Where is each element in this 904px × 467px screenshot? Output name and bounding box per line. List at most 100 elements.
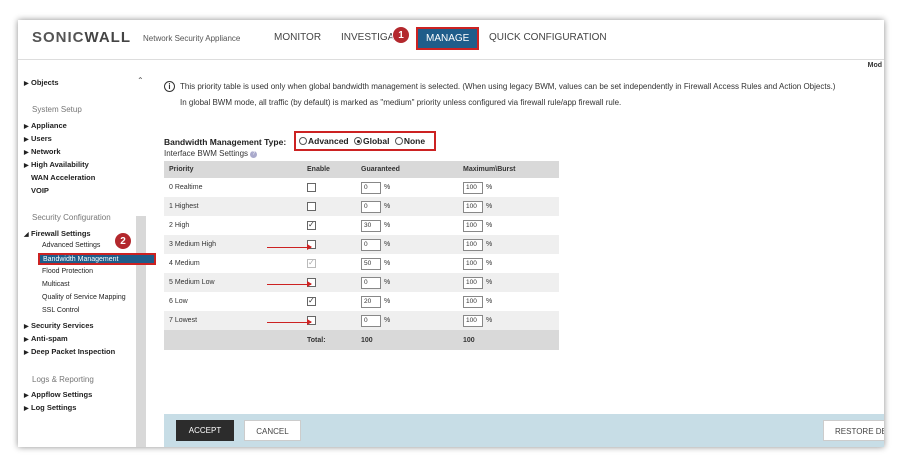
step-badge-1: 1	[392, 26, 410, 44]
sidebar-item-flood-protection[interactable]: Flood Protection	[42, 268, 93, 275]
caret-down-icon: ◢	[24, 232, 29, 238]
priority-table: Priority Enable Guaranteed Maximum\Burst…	[164, 161, 559, 350]
total-row: Total: 100 100	[164, 330, 559, 350]
table-row: 2 High 30% 100%	[164, 216, 559, 235]
sidebar-item-advanced-settings[interactable]: Advanced Settings	[42, 242, 100, 249]
sidebar-item-users[interactable]: ▶ Users	[24, 134, 52, 143]
sidebar-item-network[interactable]: ▶ Network	[24, 147, 61, 156]
guaranteed-input[interactable]: 0	[361, 276, 381, 289]
max-burst-input[interactable]: 100	[463, 276, 483, 289]
enable-checkbox[interactable]	[307, 220, 316, 230]
cancel-button[interactable]: CANCEL	[244, 420, 301, 441]
sidebar-item-appliance[interactable]: ▶ Appliance	[24, 121, 67, 130]
caret-right-icon: ▶	[24, 350, 29, 356]
top-bar: SONICWALL Network Security Appliance MON…	[18, 20, 884, 60]
main-content: i This priority table is used only when …	[164, 60, 884, 447]
guaranteed-input[interactable]: 0	[361, 238, 381, 251]
sidebar-item-objects[interactable]: ▶ Objects	[24, 78, 59, 87]
bwm-type-radio-group: Advanced Global None	[294, 131, 436, 151]
sidebar-item-anti-spam[interactable]: ▶ Anti-spam	[24, 334, 68, 343]
guaranteed-input[interactable]: 50	[361, 257, 381, 270]
scroll-up-icon[interactable]: ⌃	[137, 76, 144, 85]
sidebar-scrollbar[interactable]	[136, 216, 146, 447]
total-maximum: 100	[458, 330, 559, 350]
radio-advanced[interactable]	[299, 137, 307, 145]
sidebar-item-security-services[interactable]: ▶ Security Services	[24, 321, 94, 330]
max-burst-input[interactable]: 100	[463, 295, 483, 308]
priority-cell: 4 Medium	[169, 260, 200, 267]
table-row: 6 Low 20% 100%	[164, 292, 559, 311]
table-row: 1 Highest 0% 100%	[164, 197, 559, 216]
guaranteed-input[interactable]: 0	[361, 200, 381, 213]
annotation-arrow-low	[267, 319, 312, 325]
sidebar-item-multicast[interactable]: Multicast	[42, 281, 70, 288]
sidebar-heading-system-setup: System Setup	[32, 105, 82, 114]
sidebar-item-firewall-settings[interactable]: ◢ Firewall Settings	[24, 229, 91, 238]
guaranteed-input[interactable]: 20	[361, 295, 381, 308]
sidebar-heading-security-configuration: Security Configuration	[32, 213, 111, 222]
priority-cell: 0 Realtime	[169, 184, 203, 191]
caret-right-icon: ▶	[24, 393, 29, 399]
max-burst-input[interactable]: 100	[463, 200, 483, 213]
nav-monitor[interactable]: MONITOR	[274, 32, 321, 43]
restore-defaults-button[interactable]: RESTORE DE	[823, 420, 884, 441]
sidebar-item-appflow-settings[interactable]: ▶ Appflow Settings	[24, 390, 92, 399]
max-burst-input[interactable]: 100	[463, 238, 483, 251]
nav-quick-configuration[interactable]: QUICK CONFIGURATION	[489, 32, 607, 43]
enable-checkbox[interactable]	[307, 183, 316, 192]
priority-cell: 6 Low	[169, 298, 188, 305]
enable-checkbox[interactable]	[307, 296, 316, 306]
sidebar-item-wan-acceleration[interactable]: WAN Acceleration	[31, 173, 95, 182]
max-burst-input[interactable]: 100	[463, 181, 483, 194]
caret-right-icon: ▶	[24, 163, 29, 169]
priority-cell: 3 Medium High	[164, 235, 302, 254]
radio-global[interactable]	[354, 137, 362, 145]
app-name: Network Security Appliance	[143, 34, 241, 43]
col-enable: Enable	[302, 161, 356, 178]
caret-right-icon: ▶	[24, 150, 29, 156]
nav-investigate[interactable]: INVESTIGA	[341, 32, 394, 43]
sidebar-item-ssl-control[interactable]: SSL Control	[42, 307, 79, 314]
caret-right-icon: ▶	[24, 137, 29, 143]
action-bar: ACCEPT CANCEL RESTORE DE	[164, 414, 884, 447]
radio-none[interactable]	[394, 137, 403, 145]
sidebar-heading-logs-reporting: Logs & Reporting	[32, 375, 94, 384]
sidebar-item-deep-packet-inspection[interactable]: ▶ Deep Packet Inspection	[24, 347, 115, 356]
priority-cell: 1 Highest	[164, 197, 302, 216]
max-burst-input[interactable]: 100	[463, 219, 483, 232]
accept-button[interactable]: ACCEPT	[176, 420, 234, 441]
priority-cell: 2 High	[169, 222, 190, 229]
caret-right-icon: ▶	[24, 406, 29, 412]
sidebar-item-log-settings[interactable]: ▶ Log Settings	[24, 403, 76, 412]
caret-right-icon: ▶	[24, 124, 29, 130]
priority-cell: 7 Lowest	[164, 311, 302, 330]
max-burst-input[interactable]: 100	[463, 314, 483, 327]
guaranteed-input[interactable]: 0	[361, 314, 381, 327]
table-row: 7 Lowest 0% 100%	[164, 311, 559, 330]
caret-right-icon: ▶	[24, 324, 29, 330]
table-row: 5 Medium Low 0% 100%	[164, 273, 559, 292]
step-badge-2: 2	[114, 232, 132, 250]
table-row: 0 Realtime 0% 100%	[164, 178, 559, 197]
info-icon: i	[164, 81, 175, 92]
sidebar-item-qos-mapping[interactable]: Quality of Service Mapping	[42, 294, 126, 301]
sidebar-item-bandwidth-management[interactable]: Bandwidth Management	[38, 253, 156, 265]
guaranteed-input[interactable]: 30	[361, 219, 381, 232]
sonicwall-logo: SONICWALL	[32, 29, 132, 46]
sidebar-item-high-availability[interactable]: ▶ High Availability	[24, 160, 89, 169]
caret-right-icon: ▶	[24, 81, 29, 87]
annotation-arrow-medium	[267, 281, 312, 287]
sidebar-item-voip[interactable]: VOIP	[31, 186, 49, 195]
help-icon[interactable]: ?	[250, 151, 258, 158]
caret-right-icon: ▶	[24, 337, 29, 343]
total-label: Total:	[302, 330, 356, 350]
nav-manage[interactable]: MANAGE	[416, 27, 480, 50]
interface-bwm-settings-label: Interface BWM Settings ?	[164, 149, 258, 158]
enable-checkbox[interactable]	[307, 202, 316, 211]
app-window: SONICWALL Network Security Appliance MON…	[18, 20, 884, 447]
max-burst-input[interactable]: 100	[463, 257, 483, 270]
guaranteed-input[interactable]: 0	[361, 181, 381, 194]
bwm-type-label: Bandwidth Management Type:	[164, 137, 287, 147]
enable-checkbox	[307, 258, 316, 268]
info-text-line-2: In global BWM mode, all traffic (by defa…	[180, 98, 622, 107]
